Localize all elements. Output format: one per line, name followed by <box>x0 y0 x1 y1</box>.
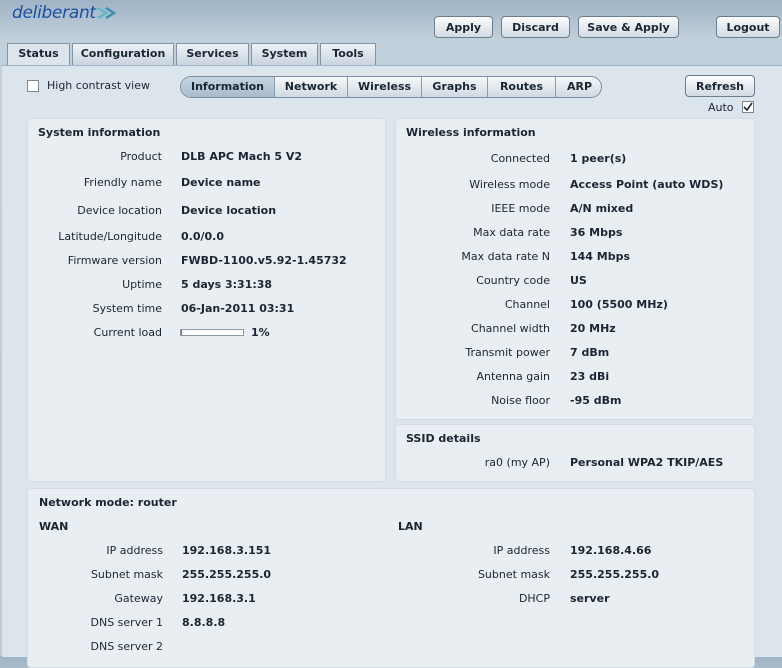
lan-label: Subnet mask <box>477 568 550 581</box>
wireless-info-value: US <box>570 274 587 287</box>
wireless-info-label: Max data rate <box>473 226 550 239</box>
subnav-information[interactable]: Information <box>181 77 275 97</box>
wan-label: Subnet mask <box>90 568 163 581</box>
wireless-info-value: A/N mixed <box>570 202 634 215</box>
wireless-info-label: IEEE mode <box>491 202 550 215</box>
wireless-info-value: 144 Mbps <box>570 250 631 263</box>
discard-button[interactable]: Discard <box>501 16 570 38</box>
ssid-title: SSID details <box>406 432 481 445</box>
lan-title: LAN <box>398 520 423 533</box>
wireless-info-label: Noise floor <box>491 394 550 407</box>
auto-checkbox[interactable] <box>742 101 754 113</box>
system-info-value: DLB APC Mach 5 V2 <box>181 150 303 163</box>
system-info-value: 0.0/0.0 <box>181 230 224 243</box>
system-info-value: 5 days 3:31:38 <box>181 278 273 291</box>
wireless-info-label: Channel width <box>471 322 550 335</box>
wireless-info-label: Transmit power <box>465 346 550 359</box>
wan-label: Gateway <box>114 592 163 605</box>
refresh-button[interactable]: Refresh <box>685 75 755 97</box>
subnav-bar: Information Network Wireless Graphs Rout… <box>180 76 602 98</box>
current-load-value: 1% <box>251 326 270 339</box>
network-title: Network mode: router <box>39 496 177 509</box>
wan-title: WAN <box>39 520 69 533</box>
wan-value: 8.8.8.8 <box>182 616 226 629</box>
logout-button[interactable]: Logout <box>716 16 780 38</box>
wan-label: DNS server 1 <box>90 616 164 629</box>
tab-system[interactable]: System <box>251 43 318 65</box>
wireless-info-label: Wireless mode <box>469 178 550 191</box>
system-info-value: Device location <box>181 204 277 217</box>
system-info-label: System time <box>92 302 162 315</box>
tab-status[interactable]: Status <box>7 43 70 66</box>
lan-value: 255.255.255.0 <box>570 568 660 581</box>
tab-tools[interactable]: Tools <box>320 43 376 65</box>
ssid-label: ra0 (my AP) <box>484 456 550 469</box>
auto-label: Auto <box>708 101 734 114</box>
lan-label: DHCP <box>518 592 550 605</box>
wireless-info-value: 23 dBi <box>570 370 610 383</box>
checkmark-icon <box>743 102 753 112</box>
high-contrast-label: High contrast view <box>47 79 150 92</box>
wireless-info-label: Antenna gain <box>476 370 550 383</box>
tab-configuration[interactable]: Configuration <box>72 43 174 65</box>
logo-chevron-icon <box>97 6 117 20</box>
current-load-label: Current load <box>93 326 162 339</box>
ssid-value: Personal WPA2 TKIP/AES <box>570 456 724 469</box>
current-load-fill <box>181 330 183 335</box>
wireless-info-title: Wireless information <box>406 126 536 139</box>
wireless-info-value: Access Point (auto WDS) <box>570 178 724 191</box>
wan-value: 192.168.3.151 <box>182 544 272 557</box>
wan-label: DNS server 2 <box>90 640 164 653</box>
system-info-label: Product <box>120 150 162 163</box>
system-info-label: Device location <box>77 204 162 217</box>
system-info-value: FWBD-1100.v5.92-1.45732 <box>181 254 347 267</box>
wireless-info-label: Channel <box>504 298 550 311</box>
wireless-info-label: Connected <box>490 152 550 165</box>
current-load-bar <box>180 329 244 336</box>
system-info-title: System information <box>38 126 161 139</box>
wireless-info-value: 7 dBm <box>570 346 610 359</box>
wireless-info-label: Max data rate N <box>461 250 550 263</box>
system-info-label: Latitude/Longitude <box>58 230 162 243</box>
subnav-network[interactable]: Network <box>275 77 348 97</box>
save-apply-button[interactable]: Save & Apply <box>578 16 679 38</box>
apply-button[interactable]: Apply <box>434 16 493 38</box>
wan-value: 192.168.3.1 <box>182 592 256 605</box>
lan-label: IP address <box>493 544 550 557</box>
lan-value: 192.168.4.66 <box>570 544 652 557</box>
system-info-label: Friendly name <box>83 176 162 189</box>
tab-services[interactable]: Services <box>176 43 249 65</box>
high-contrast-checkbox[interactable] <box>27 80 39 92</box>
lan-value: server <box>570 592 610 605</box>
logo-text: deliberant <box>12 3 96 23</box>
system-info-label: Firmware version <box>67 254 162 267</box>
system-info-box <box>27 118 386 482</box>
wireless-info-value: 1 peer(s) <box>570 152 627 165</box>
wireless-info-value: 100 (5500 MHz) <box>570 298 668 311</box>
wan-label: IP address <box>106 544 163 557</box>
system-info-value: 06-Jan-2011 03:31 <box>181 302 295 315</box>
subnav-wireless[interactable]: Wireless <box>348 77 422 97</box>
wireless-info-value: -95 dBm <box>570 394 622 407</box>
system-info-label: Uptime <box>122 278 162 291</box>
wireless-info-label: Country code <box>476 274 550 287</box>
system-info-value: Device name <box>181 176 261 189</box>
subnav-graphs[interactable]: Graphs <box>422 77 488 97</box>
wireless-info-value: 36 Mbps <box>570 226 623 239</box>
subnav-routes[interactable]: Routes <box>488 77 556 97</box>
wireless-info-value: 20 MHz <box>570 322 616 335</box>
subnav-arp[interactable]: ARP <box>556 77 601 97</box>
wan-value: 255.255.255.0 <box>182 568 272 581</box>
